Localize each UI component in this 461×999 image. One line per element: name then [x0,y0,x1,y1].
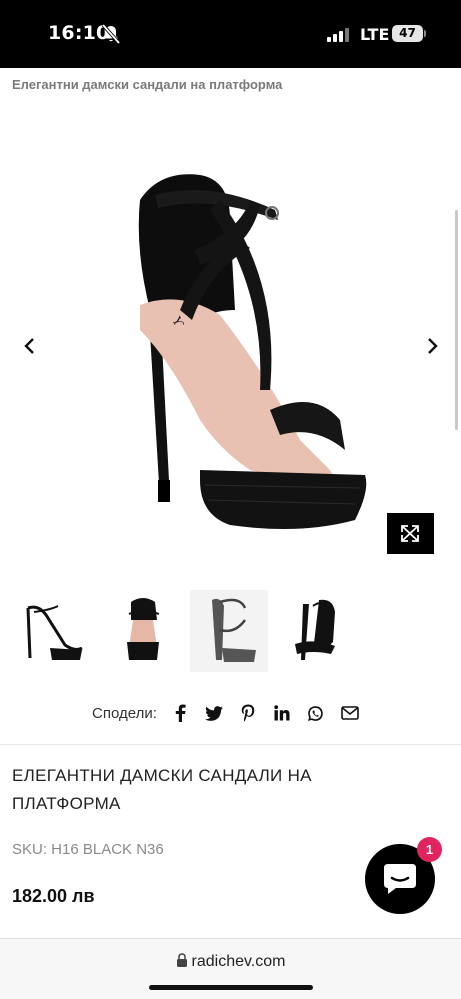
expand-button[interactable] [387,513,434,554]
chevron-left-icon[interactable] [20,332,40,360]
signal-icon [327,26,351,42]
status-bar: 16:10 LTE 47 [0,0,461,68]
linkedin-icon[interactable] [271,702,293,724]
thumbnail-2[interactable] [105,590,183,672]
network-label: LTE [360,25,390,44]
scrollbar[interactable] [455,210,458,430]
battery-nub [424,30,426,37]
twitter-icon[interactable] [203,702,225,724]
chevron-right-icon[interactable] [422,332,442,360]
product-title: ЕЛЕГАНТНИ ДАМСКИ САНДАЛИ НА ПЛАТФОРМА [12,766,312,813]
battery-icon: 47 [392,25,423,42]
pinterest-icon[interactable] [237,702,259,724]
notification-badge: 1 [417,837,442,862]
bell-slash-icon [102,24,120,44]
product-main-image[interactable]: Ƴ [100,140,390,580]
chat-icon [384,864,416,894]
thumbnail-strip [0,590,461,676]
status-time: 16:10 [48,22,110,44]
whatsapp-icon[interactable] [305,702,327,724]
lock-icon [176,953,187,967]
product-gallery: Ƴ [0,100,461,580]
thumbnail-3[interactable] [190,590,268,672]
page-title: Елегантни дамски сандали на платформа [12,77,283,92]
url-container[interactable]: radichev.com [0,953,461,971]
email-icon[interactable] [339,702,361,724]
browser-address-bar[interactable]: radichev.com [0,938,461,999]
product-sku: SKU: H16 BLACK N36 [12,841,164,858]
home-indicator[interactable] [149,985,313,990]
divider [0,744,461,745]
facebook-icon[interactable] [169,702,191,724]
thumbnail-4[interactable] [275,590,353,672]
share-label: Сподели: [92,704,157,722]
share-row: Сподели: [92,702,373,724]
product-price: 182.00 лв [12,886,95,906]
url-text: radichev.com [191,953,286,970]
thumbnail-1[interactable] [20,590,98,672]
expand-icon [401,525,419,542]
